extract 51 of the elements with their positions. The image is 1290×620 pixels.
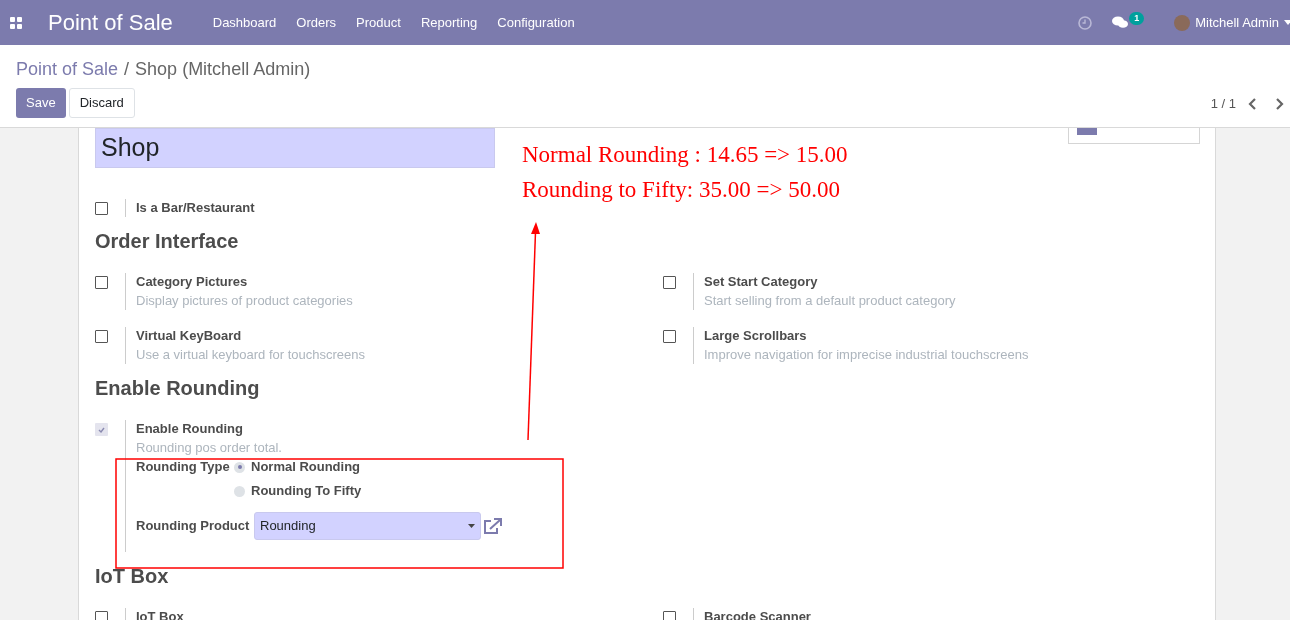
save-button[interactable]: Save (16, 88, 66, 118)
name-field[interactable]: Shop (95, 128, 495, 168)
checkbox[interactable] (95, 202, 108, 215)
setting-description: Start selling from a default product category (704, 292, 956, 310)
breadcrumb-current: Shop (Mitchell Admin) (135, 58, 311, 80)
field-label: Rounding Product (136, 517, 251, 536)
chat-button[interactable] (1112, 16, 1129, 29)
setting-label: Large Scrollbars (704, 327, 808, 345)
chat-bubbles-icon (1112, 16, 1129, 29)
app-title: Point of Sale (48, 11, 173, 34)
checkbox[interactable] (663, 330, 676, 343)
section-heading: Enable Rounding (95, 376, 261, 400)
setting-description: Display pictures of product categories (136, 292, 353, 310)
setting-label: Category Pictures (136, 273, 249, 291)
breadcrumb-separator: / (124, 58, 130, 80)
radio-label: Rounding To Fifty (251, 482, 362, 501)
caret-icon[interactable] (1284, 20, 1290, 25)
nav-menu-item[interactable]: Dashboard (212, 12, 277, 33)
setting-description: Rounding pos order total. (136, 439, 283, 457)
nav-menu-item[interactable]: Orders (296, 12, 337, 33)
setting-label: Enable Rounding (136, 420, 244, 438)
product-select[interactable]: Rounding (254, 512, 481, 540)
apps-grid-icon[interactable] (10, 16, 22, 29)
discard-button[interactable]: Discard (68, 88, 135, 118)
nav-menu-item[interactable]: Configuration (497, 12, 575, 33)
field-label: Rounding Type (136, 458, 231, 476)
checkbox[interactable] (95, 330, 108, 343)
radio-button[interactable] (234, 461, 245, 473)
section-heading: IoT Box (95, 564, 170, 588)
annotation-text: Normal Rounding : 14.65 => 15.00 (522, 141, 848, 168)
caret-icon (468, 524, 475, 528)
checkbox[interactable] (663, 276, 676, 289)
radio-button[interactable] (234, 485, 245, 497)
external-link-icon[interactable] (483, 517, 502, 535)
setting-description: Use a virtual keyboard for touchscreens (136, 346, 366, 364)
radio-label: Normal Rounding (251, 458, 361, 477)
chevron-left-icon[interactable] (1248, 97, 1257, 110)
breadcrumb-link[interactable]: Point of Sale (16, 58, 119, 80)
section-heading: Order Interface (95, 229, 240, 253)
checkbox[interactable] (95, 276, 108, 289)
chevron-right-icon[interactable] (1275, 97, 1284, 110)
setting-label: Virtual KeyBoard (136, 327, 243, 345)
nav-menu-item[interactable]: Product (356, 12, 401, 33)
nav-menu-item[interactable]: Reporting (420, 12, 478, 33)
pager-counter: 1 / 1 (1210, 95, 1236, 113)
user-menu[interactable]: Mitchell Admin (1195, 12, 1279, 33)
setting-label: Is a Bar/Restaurant (136, 199, 255, 217)
message-count-badge: 1 (1129, 12, 1145, 25)
annotation-text: Rounding to Fifty: 35.00 => 50.00 (522, 176, 841, 203)
setting-label: Set Start Category (704, 273, 819, 291)
setting-description: Improve navigation for imprecise industrial touchscreens (704, 346, 1029, 364)
